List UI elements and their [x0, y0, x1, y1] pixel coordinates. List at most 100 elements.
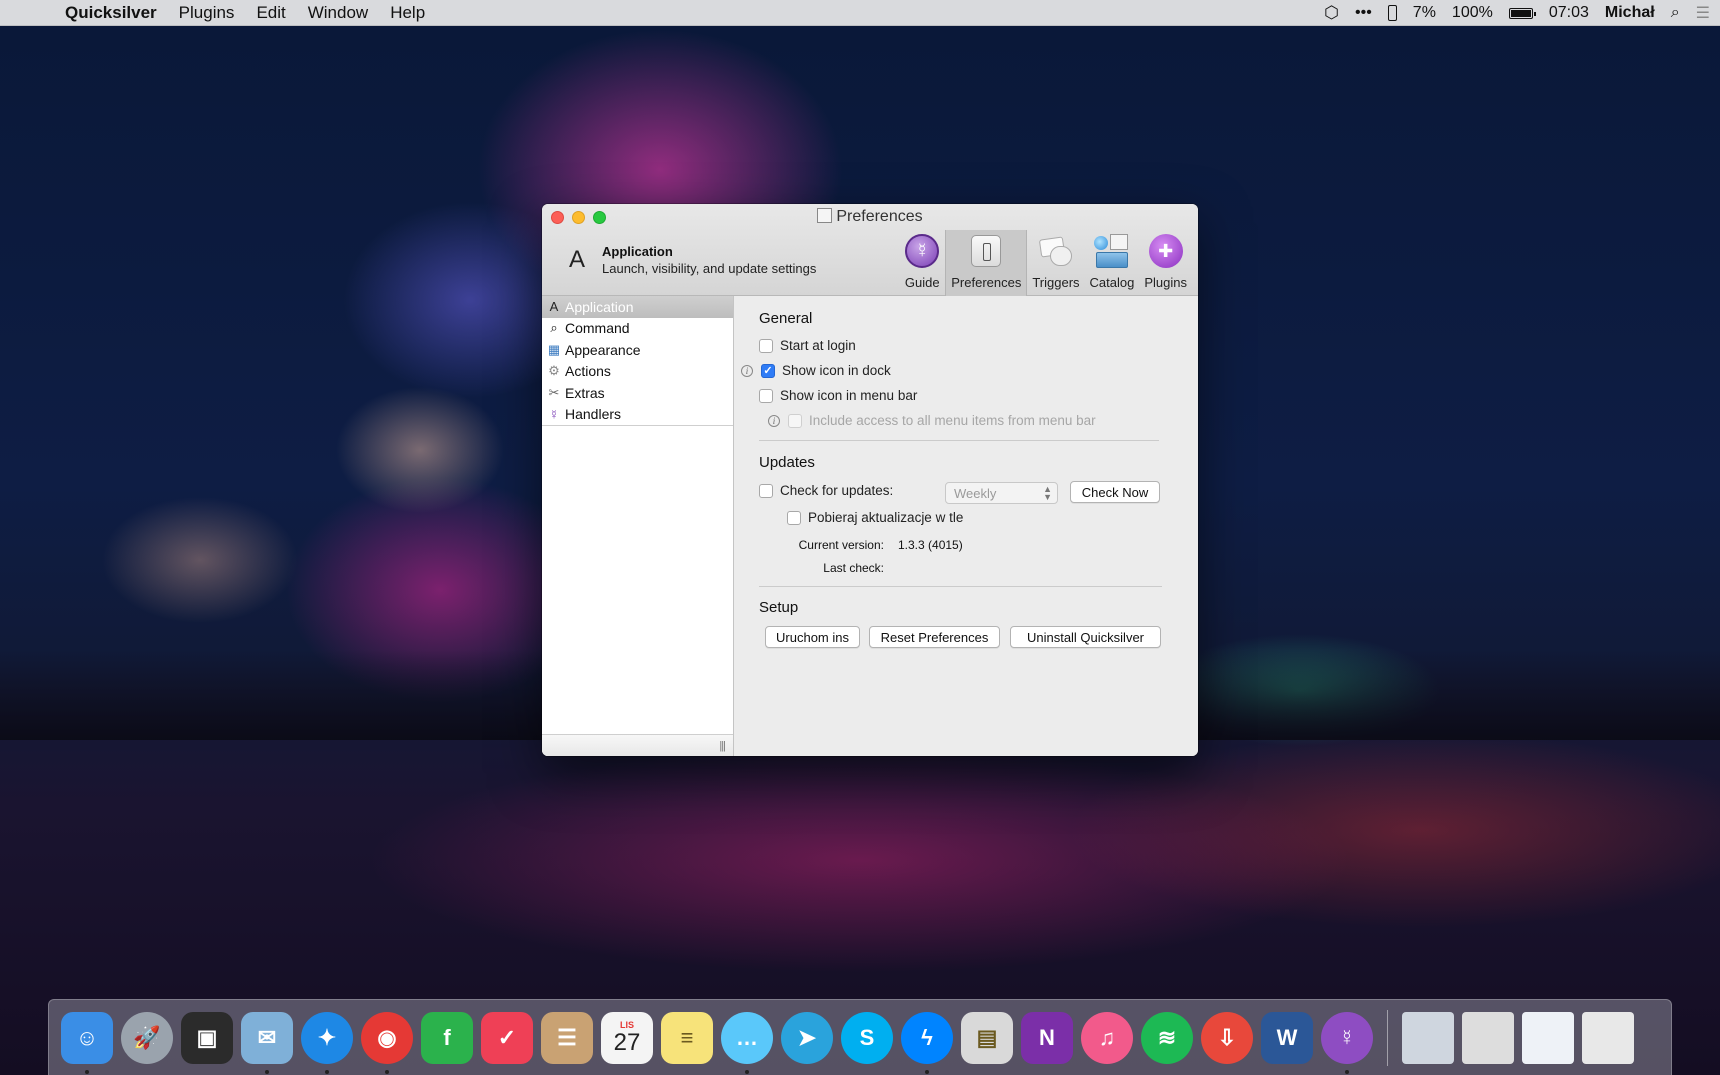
running-indicator — [85, 1069, 89, 1074]
phone-battery-icon[interactable] — [1387, 5, 1397, 21]
show-icon-in-dock-row[interactable]: i ✓ Show icon in dock — [741, 363, 891, 378]
dock-desktop-icon[interactable] — [1522, 1011, 1574, 1064]
notes-glyph: ≡ — [680, 1024, 694, 1050]
dock-word-icon[interactable]: W — [1261, 1011, 1313, 1064]
dock-feedly-icon[interactable]: f — [421, 1011, 473, 1064]
dock-onenote-icon[interactable]: N — [1021, 1011, 1073, 1064]
messenger-glyph: ϟ — [921, 1024, 933, 1050]
application-icon: A — [568, 246, 585, 273]
check-for-updates-row[interactable]: Check for updates: — [759, 483, 893, 498]
window-titlebar[interactable]: Preferences A Application Launch, visibi… — [542, 204, 1198, 296]
sidebar-item-extras[interactable]: ✂ Extras — [542, 382, 733, 404]
dock-calendar-icon[interactable]: LIS 27 — [601, 1011, 653, 1064]
show-icon-in-dock-label: Show icon in dock — [782, 363, 891, 378]
menu-app-name[interactable]: Quicksilver — [54, 3, 168, 23]
sidebar-item-appearance[interactable]: ▦ Appearance — [542, 339, 733, 361]
show-icon-in-menu-bar-checkbox[interactable] — [759, 388, 773, 403]
spotlight-search-icon[interactable]: ⌕ — [1671, 4, 1680, 22]
resize-grip-icon[interactable]: ||| — [719, 740, 726, 752]
user-name[interactable]: Michał — [1605, 4, 1655, 22]
sidebar-item-label: Extras — [565, 384, 605, 401]
download-background-checkbox[interactable] — [787, 510, 801, 525]
dock-documents-icon[interactable] — [1462, 1011, 1514, 1064]
feedly-glyph: f — [443, 1024, 451, 1050]
dock-mail-icon[interactable]: ✉ — [241, 1011, 293, 1074]
info-icon[interactable]: i — [768, 414, 780, 427]
show-icon-in-menu-bar-row[interactable]: Show icon in menu bar — [759, 388, 917, 403]
toolbar-preferences[interactable]: Preferences — [945, 230, 1028, 296]
update-frequency-select[interactable]: Weekly ▲ ▼ — [945, 482, 1058, 504]
dock-skype-icon[interactable]: S — [841, 1011, 893, 1064]
document-icon — [817, 208, 833, 223]
clock[interactable]: 07:03 — [1549, 4, 1589, 22]
dock-notes-icon[interactable]: ≡ — [661, 1011, 713, 1064]
toolbar-catalog[interactable]: Catalog — [1085, 230, 1140, 296]
dock-transmit-icon[interactable]: ⇩ — [1201, 1011, 1253, 1064]
battery-percent[interactable]: 100% — [1452, 4, 1493, 22]
calendar-day: 27 — [613, 1028, 641, 1056]
notification-center-icon[interactable]: ☰ — [1696, 3, 1710, 23]
dock-safari-icon[interactable]: ✦ — [301, 1011, 353, 1074]
dock-itunes-icon[interactable]: ♫ — [1081, 1011, 1133, 1064]
dock-trash-icon[interactable] — [1582, 1011, 1634, 1064]
menu-edit[interactable]: Edit — [245, 3, 296, 23]
gear-icon: ⚙ — [548, 363, 560, 379]
quicksilver-glyph: ☿ — [1338, 1024, 1356, 1050]
toolbar-plugins-label: Plugins — [1144, 275, 1187, 290]
sidebar-item-command[interactable]: ⌕ Command — [542, 318, 733, 340]
dock-downloads-icon[interactable] — [1402, 1011, 1454, 1064]
toolbar: ☿ Guide Preferences Triggers Catalog ✚ P… — [899, 230, 1192, 296]
info-icon[interactable]: i — [741, 364, 753, 377]
check-now-button[interactable]: Check Now — [1070, 481, 1160, 503]
sidebar-item-label: Command — [565, 320, 630, 337]
toolbar-guide[interactable]: ☿ Guide — [899, 230, 945, 296]
dock-contacts-icon[interactable]: ☰ — [541, 1011, 593, 1064]
preview-glyph: ▤ — [976, 1024, 998, 1050]
catalog-icon — [1093, 234, 1130, 268]
start-at-login-row[interactable]: Start at login — [759, 338, 856, 353]
dock-pocket-icon[interactable]: ✓ — [481, 1011, 533, 1064]
run-installer-button[interactable]: Uruchom ins — [765, 626, 860, 648]
dock-chrome-icon[interactable]: ◉ — [361, 1011, 413, 1074]
guide-icon: ☿ — [905, 234, 940, 268]
pocket-glyph: ✓ — [497, 1024, 517, 1050]
dock-messenger-icon[interactable]: ϟ — [901, 1011, 953, 1074]
menu-plugins[interactable]: Plugins — [168, 3, 246, 23]
reset-preferences-button[interactable]: Reset Preferences — [869, 626, 1000, 648]
appearance-icon: ▦ — [547, 341, 561, 357]
more-icon[interactable]: ••• — [1355, 4, 1372, 22]
dock-messages-icon[interactable]: … — [721, 1011, 773, 1074]
dock-photo-booth-icon[interactable]: ▣ — [181, 1011, 233, 1064]
phone-battery-percent[interactable]: 7% — [1413, 4, 1436, 22]
sidebar-item-actions[interactable]: ⚙ Actions — [542, 361, 733, 383]
start-at-login-checkbox[interactable] — [759, 338, 773, 353]
dock-preview-icon[interactable]: ▤ — [961, 1011, 1013, 1064]
toolbar-triggers[interactable]: Triggers — [1027, 230, 1084, 296]
dock-spotify-icon[interactable]: ≋ — [1141, 1011, 1193, 1064]
uninstall-quicksilver-button[interactable]: Uninstall Quicksilver — [1010, 626, 1161, 648]
calendar-month: LIS — [619, 1019, 634, 1030]
check-for-updates-checkbox[interactable] — [759, 483, 773, 498]
show-icon-in-dock-checkbox[interactable]: ✓ — [761, 363, 775, 378]
running-indicator — [925, 1069, 929, 1074]
download-background-label: Pobieraj aktualizacje w tle — [808, 510, 964, 525]
dock-telegram-icon[interactable]: ➤ — [781, 1011, 833, 1064]
running-indicator — [745, 1069, 749, 1074]
window-title: Preferences — [542, 208, 1198, 226]
last-check-label: Last check: — [823, 561, 884, 575]
dock-finder-icon[interactable]: ☺ — [61, 1011, 113, 1074]
chrome-glyph: ◉ — [377, 1024, 397, 1050]
menu-window[interactable]: Window — [297, 3, 379, 23]
pane-subtitle: Launch, visibility, and update settings — [602, 261, 817, 276]
toolbar-plugins[interactable]: ✚ Plugins — [1139, 230, 1192, 296]
word-glyph: W — [1276, 1024, 1298, 1050]
sidebar-item-application[interactable]: A Application — [542, 296, 733, 318]
menu-help[interactable]: Help — [379, 3, 436, 23]
menu-bar-status: ⬡ ••• 7% 100% 07:03 Michał ⌕ ☰ — [1324, 0, 1710, 26]
sidebar-item-handlers[interactable]: ☿ Handlers — [542, 404, 733, 426]
dropbox-icon[interactable]: ⬡ — [1324, 3, 1339, 23]
download-background-row[interactable]: Pobieraj aktualizacje w tle — [787, 510, 963, 525]
dock-launchpad-icon[interactable]: 🚀 — [121, 1011, 173, 1064]
battery-icon[interactable] — [1508, 7, 1536, 19]
dock-quicksilver-icon[interactable]: ☿ — [1321, 1011, 1373, 1074]
